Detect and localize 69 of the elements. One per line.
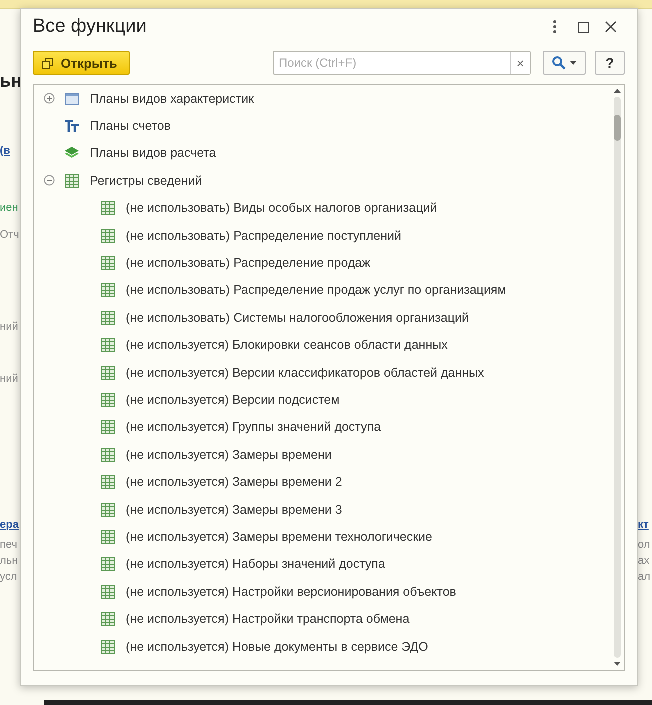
scroll-up-icon[interactable]	[614, 89, 620, 93]
tree-item[interactable]: Планы видов расчета	[90, 146, 216, 160]
table-icon	[100, 310, 116, 326]
window-icon	[64, 90, 80, 107]
tree-item[interactable]: (не используется) Замеры времени	[126, 448, 332, 462]
table-icon	[100, 584, 116, 600]
tree-item[interactable]: (не используется) Группы значений доступа	[126, 420, 382, 434]
tree-item[interactable]: Регистры сведений	[90, 174, 202, 188]
help-button[interactable]: ?	[595, 51, 625, 75]
table-icon	[100, 282, 116, 298]
tree-item[interactable]: Планы видов характеристик	[90, 92, 254, 106]
collapse-icon[interactable]	[44, 175, 54, 186]
background-text: ал	[638, 571, 651, 583]
table-icon	[100, 255, 116, 272]
tree-item[interactable]: (не используется) Замеры времени 2	[126, 475, 342, 490]
table-icon	[100, 419, 116, 436]
background-text: иен	[0, 202, 18, 214]
table-icon	[100, 364, 116, 381]
background-text: ний	[0, 373, 18, 385]
background-text: печ	[0, 539, 18, 551]
table-icon	[100, 228, 116, 244]
background-text: льн	[0, 555, 18, 567]
open-button[interactable]: Открыть	[33, 51, 130, 75]
scrollbar-track[interactable]	[614, 97, 620, 658]
background-text: ол	[638, 539, 650, 551]
table-icon	[100, 638, 116, 654]
dropdown-caret-icon	[570, 61, 577, 65]
background-text: ера	[0, 519, 19, 531]
table-icon	[100, 474, 116, 490]
tree-item[interactable]: Планы счетов	[90, 119, 171, 134]
search-button[interactable]	[543, 51, 586, 75]
clear-button[interactable]: ×	[510, 52, 530, 74]
tree-item[interactable]: (не используется) Версии подсистем	[126, 392, 340, 407]
open-window-icon	[42, 58, 53, 68]
tree-item[interactable]: (не используется) Наборы значений доступа	[126, 557, 386, 572]
tree-item[interactable]: (не использовать) Виды особых налогов организаций	[126, 201, 438, 216]
tree-item[interactable]: (не используется) Новые документы в сервисе ЭДО	[126, 640, 428, 654]
window-title: Все функции	[33, 16, 148, 38]
table-icon	[64, 172, 80, 189]
table-icon	[100, 528, 116, 545]
tree-item[interactable]: (не используется) Замеры времени технологические	[126, 530, 432, 544]
tree-item[interactable]: (не использовать) Распределение продаж	[126, 256, 370, 270]
tree-item[interactable]: (не использовать) Распределение продаж услуг по организациям	[126, 283, 506, 298]
background-text: ах	[638, 555, 650, 567]
tree-item[interactable]: (не используется) Настройки версионирования объектов	[126, 584, 456, 599]
tree-item[interactable]: (не использовать) Распределение поступлений	[126, 228, 402, 243]
background-text: кт	[638, 519, 649, 531]
table-icon	[100, 611, 116, 628]
tree-item[interactable]: (не используется) Настройки транспорта обмена	[126, 612, 410, 626]
background-text: ний	[0, 321, 18, 333]
account-plan-icon	[64, 118, 80, 134]
table-icon	[100, 337, 116, 354]
background-text: (в	[0, 145, 10, 157]
table-icon	[100, 446, 116, 463]
tree-item[interactable]: (не используется) Блокировки сеансов области данных	[126, 338, 448, 352]
tree-item[interactable]: (не использовать) Системы налогообложения организаций	[126, 310, 469, 325]
tree-item[interactable]: (не используется) Версии классификаторов областей данных	[126, 366, 484, 380]
table-icon	[100, 392, 116, 408]
expand-icon[interactable]	[44, 93, 54, 104]
search-icon	[552, 56, 566, 70]
tree-item[interactable]: (не используется) Замеры времени 3	[126, 502, 342, 517]
table-icon	[100, 502, 116, 518]
background-text: Отч	[0, 229, 20, 241]
background-text: усл	[0, 571, 18, 583]
scroll-down-icon[interactable]	[614, 662, 620, 666]
table-icon	[100, 200, 116, 216]
scrollbar-thumb[interactable]	[614, 115, 620, 141]
table-icon	[100, 556, 116, 572]
search-field[interactable]: Поиск (Ctrl+F) ×	[273, 51, 531, 75]
